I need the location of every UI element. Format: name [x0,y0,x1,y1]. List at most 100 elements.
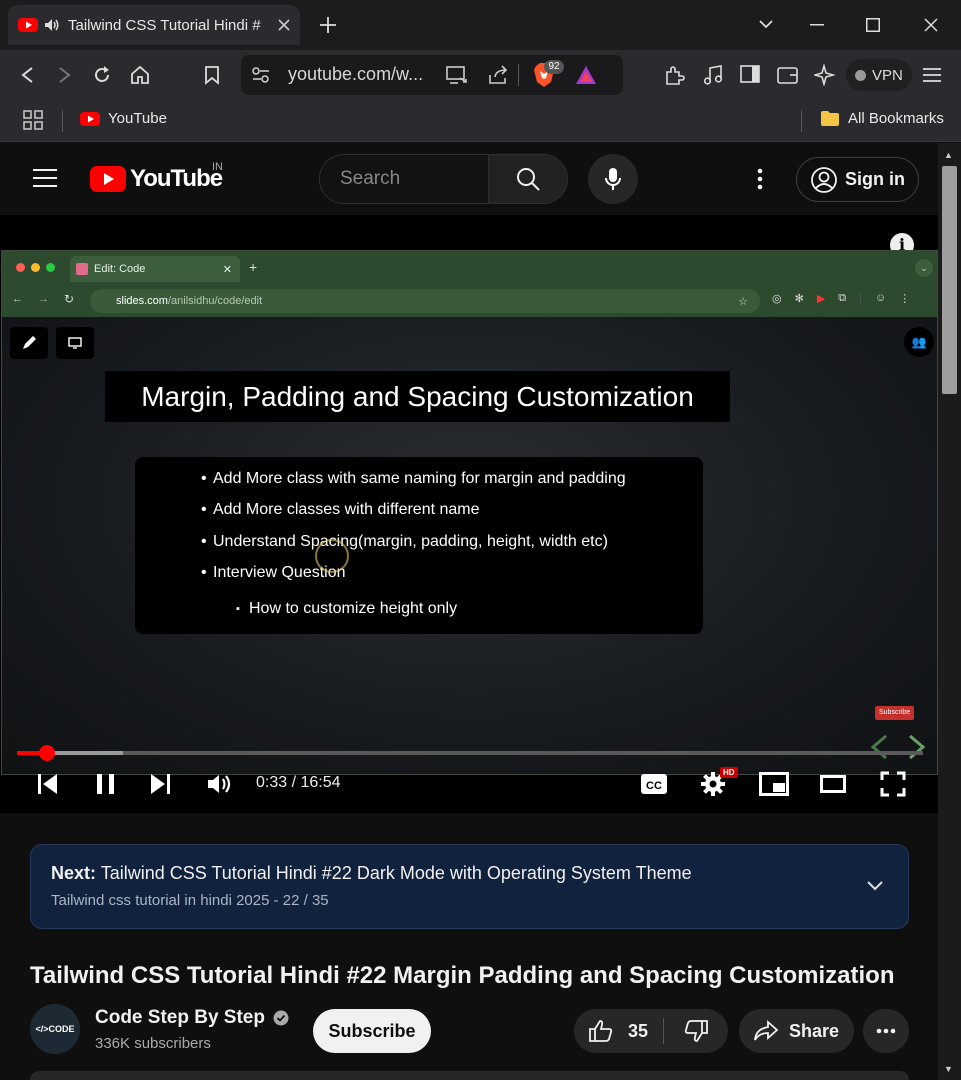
share-button[interactable]: Share [739,1009,854,1053]
channel-name[interactable]: Code Step By Step [95,1007,289,1029]
scroll-up-icon[interactable]: ▲ [944,150,953,160]
folder-icon [820,110,840,127]
new-tab-icon[interactable] [318,15,338,35]
previous-video-icon[interactable] [36,772,60,796]
apps-grid-icon[interactable] [23,110,43,130]
more-actions-button[interactable] [863,1009,909,1053]
description-box[interactable] [30,1071,909,1080]
bookmark-divider-right [801,110,802,132]
search-button[interactable] [487,155,567,203]
like-button[interactable]: 35 [574,1009,664,1053]
expand-chevron-icon[interactable] [866,880,884,892]
reload-icon[interactable] [92,65,112,85]
forward-icon[interactable] [58,66,72,84]
video-frame[interactable]: Edit: Code ✕ + ⌄ ← → ↻ slides.com/anilsi… [1,250,938,775]
site-settings-icon[interactable] [251,66,271,84]
sidebar-toggle-icon[interactable] [740,65,760,83]
subscriber-count: 336K subscribers [95,1035,211,1052]
inner-reload-icon: ↻ [64,292,75,306]
search-input[interactable]: Search [320,155,488,203]
menu-icon[interactable] [922,67,942,83]
close-tab-icon[interactable] [278,19,290,31]
region-label: IN [212,161,223,173]
like-count: 35 [628,1020,649,1041]
guide-menu-icon[interactable] [33,168,57,188]
media-music-icon[interactable] [702,64,724,86]
microphone-icon [605,167,621,191]
slides-favicon-icon [76,263,88,275]
inner-dropdown-icon: ⌄ [915,259,933,277]
scrollbar-thumb[interactable] [942,166,957,394]
toolbar-divider [518,64,519,86]
sign-in-button[interactable]: Sign in [796,157,919,202]
more-options-icon[interactable] [757,168,763,190]
all-bookmarks-label: All Bookmarks [848,110,944,127]
vpn-button[interactable]: VPN [846,59,912,91]
up-next-title[interactable]: Next: Tailwind CSS Tutorial Hindi #22 Da… [51,863,692,884]
dislike-button[interactable] [664,1009,728,1053]
bookmark-icon[interactable] [204,65,220,85]
traffic-lights-icon [16,263,55,272]
slide-sub-bullet: How to customize height only [236,600,457,618]
slide-body: Add More class with same naming for marg… [135,457,703,634]
youtube-logo[interactable]: YouTube [90,165,223,193]
tab-title: Tailwind CSS Tutorial Hindi # [68,16,261,34]
youtube-bookmark-icon [80,111,100,126]
captions-icon[interactable]: CC [640,773,668,795]
browser-tab[interactable]: Tailwind CSS Tutorial Hindi # [8,5,300,45]
bookmark-youtube-label: YouTube [108,110,167,127]
miniplayer-icon[interactable] [759,772,789,796]
search-icon [516,167,540,191]
youtube-logo-icon [90,166,126,192]
inner-tab: Edit: Code ✕ [70,256,240,282]
bookmarks-bar: YouTube All Bookmarks [0,100,961,142]
scroll-down-icon[interactable]: ▼ [944,1064,953,1074]
speaker-icon[interactable] [44,18,60,32]
share-page-icon[interactable] [487,65,509,85]
minimize-icon[interactable] [810,24,824,26]
volume-icon[interactable] [206,772,234,796]
share-arrow-icon [753,1020,779,1042]
up-next-prefix: Next: [51,863,97,883]
inner-url-path: /anilsidhu/code/edit [167,295,263,307]
back-icon[interactable] [20,66,34,84]
channel-name-label: Code Step By Step [95,1007,265,1028]
slide-next-icon [906,733,928,761]
subscribe-button[interactable]: Subscribe [313,1009,431,1053]
maximize-icon[interactable] [866,18,880,32]
subscribe-watermark: Subscribe [875,706,915,720]
hd-badge: HD [720,767,738,778]
vpn-label: VPN [872,66,903,84]
shield-count-badge: 92 [544,60,564,74]
url-text[interactable]: youtube.com/w... [288,64,423,85]
svg-text:CC: CC [646,780,662,792]
theater-mode-icon[interactable] [820,775,846,793]
brave-rewards-icon[interactable] [575,65,597,85]
inner-back-icon: ← [12,293,23,305]
share-label: Share [789,1020,840,1041]
time-display: 0:33 / 16:54 [256,774,341,791]
tab-search-icon[interactable] [758,18,774,30]
scrubber-handle[interactable] [38,745,55,761]
inner-url-bar: slides.com/anilsidhu/code/edit ☆ [90,289,760,313]
extensions-icon[interactable] [664,64,686,86]
wallet-icon[interactable] [777,65,799,85]
channel-avatar[interactable]: </>CODE [30,1004,80,1054]
verified-icon [273,1010,289,1026]
slide-bullet: Understand Spacing(margin, padding, heig… [201,533,608,551]
bookmark-youtube[interactable]: YouTube [80,110,167,127]
bookmark-all[interactable]: All Bookmarks [820,110,944,127]
progress-bar[interactable] [17,745,923,761]
leo-ai-icon[interactable] [814,64,836,86]
bookmark-divider [62,110,63,132]
next-video-icon[interactable] [148,772,172,796]
home-icon[interactable] [130,65,150,85]
up-next-card[interactable] [30,844,909,929]
pause-icon[interactable] [95,772,117,796]
inner-star-icon: ☆ [738,295,748,308]
fullscreen-icon[interactable] [880,771,906,797]
window-close-icon[interactable] [924,18,938,32]
slide-title: Margin, Padding and Spacing Customizatio… [105,371,730,422]
cast-icon[interactable] [446,66,468,84]
voice-search-button[interactable] [588,154,638,204]
